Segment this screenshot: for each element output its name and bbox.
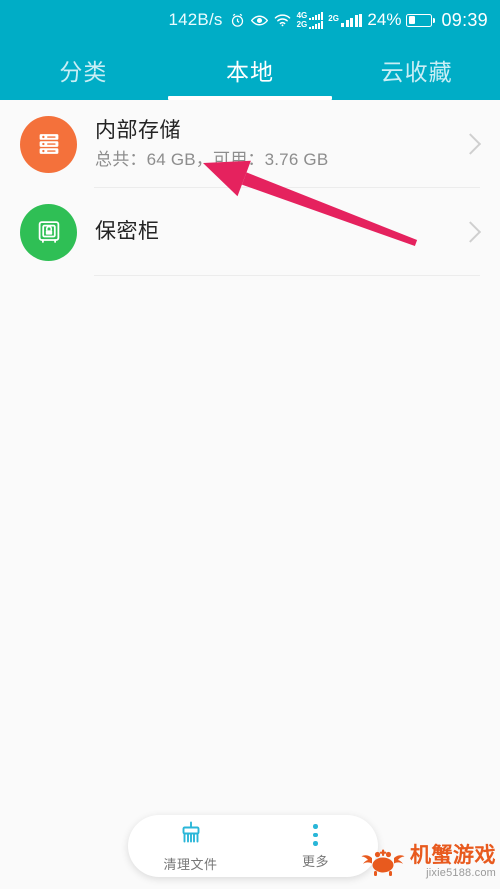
signal-4g-label: 4G (296, 11, 308, 20)
internal-storage-icon (20, 115, 77, 173)
tab-local-label: 本地 (226, 59, 274, 85)
broom-clean-icon (178, 820, 204, 851)
eye-icon (250, 14, 268, 27)
tab-categories-label: 分类 (59, 59, 108, 85)
tab-local[interactable]: 本地 (167, 40, 334, 100)
storage-list: 内部存储 总共：64 GB，可用：3.76 GB 保密柜 (0, 100, 500, 276)
network-speed-text: 142B/s (168, 10, 223, 29)
safe-vault-icon (20, 203, 77, 261)
tab-bar: 分类 本地 云收藏 (0, 40, 500, 100)
bottom-item-clean-files-label: 清理文件 (163, 856, 218, 872)
signal-2g-icon: 2G (328, 13, 363, 27)
chevron-right-icon[interactable] (459, 221, 482, 243)
signal-4g-2g-icon: 4G 2G (297, 11, 324, 29)
list-item-safe-vault[interactable]: 保密柜 (0, 188, 500, 276)
more-vertical-dots-icon (313, 822, 318, 848)
bottom-action-bar: 清理文件 更多 (128, 815, 378, 877)
signal-2g-label: 2G (296, 20, 308, 29)
crab-logo-icon (360, 842, 406, 883)
signal-2g-only-label: 2G (328, 13, 339, 23)
tab-categories[interactable]: 分类 (0, 40, 167, 100)
list-item-internal-storage[interactable]: 内部存储 总共：64 GB，可用：3.76 GB (0, 100, 500, 188)
status-bar: 142B/s 4G 2G 2G 24% 09:39 (0, 0, 500, 40)
wifi-icon (274, 13, 291, 27)
watermark: 机蟹游戏 jixie5188.com (360, 842, 496, 883)
watermark-url: jixie5188.com (426, 867, 496, 879)
alarm-clock-icon (230, 13, 245, 28)
row-divider (94, 275, 480, 276)
chevron-right-icon[interactable] (459, 133, 482, 155)
safe-vault-title: 保密柜 (95, 220, 160, 243)
tab-cloud-favorites[interactable]: 云收藏 (333, 40, 500, 100)
battery-icon (406, 13, 436, 27)
bottom-item-clean-files[interactable]: 清理文件 (128, 820, 253, 873)
watermark-brand: 机蟹游戏 (410, 844, 496, 867)
battery-percent-text: 24% (367, 10, 402, 29)
internal-storage-subtitle: 总共：64 GB，可用：3.76 GB (95, 150, 329, 169)
safe-vault-texts: 保密柜 (95, 219, 160, 245)
status-clock-text: 09:39 (441, 9, 488, 30)
internal-storage-title: 内部存储 (95, 119, 181, 142)
phone-screen: 142B/s 4G 2G 2G 24% 09:39 分类 本地 云收藏 内部存储… (0, 0, 500, 889)
internal-storage-texts: 内部存储 总共：64 GB，可用：3.76 GB (95, 118, 328, 170)
bottom-item-more-label: 更多 (301, 854, 329, 869)
tab-cloud-favorites-label: 云收藏 (380, 59, 453, 85)
